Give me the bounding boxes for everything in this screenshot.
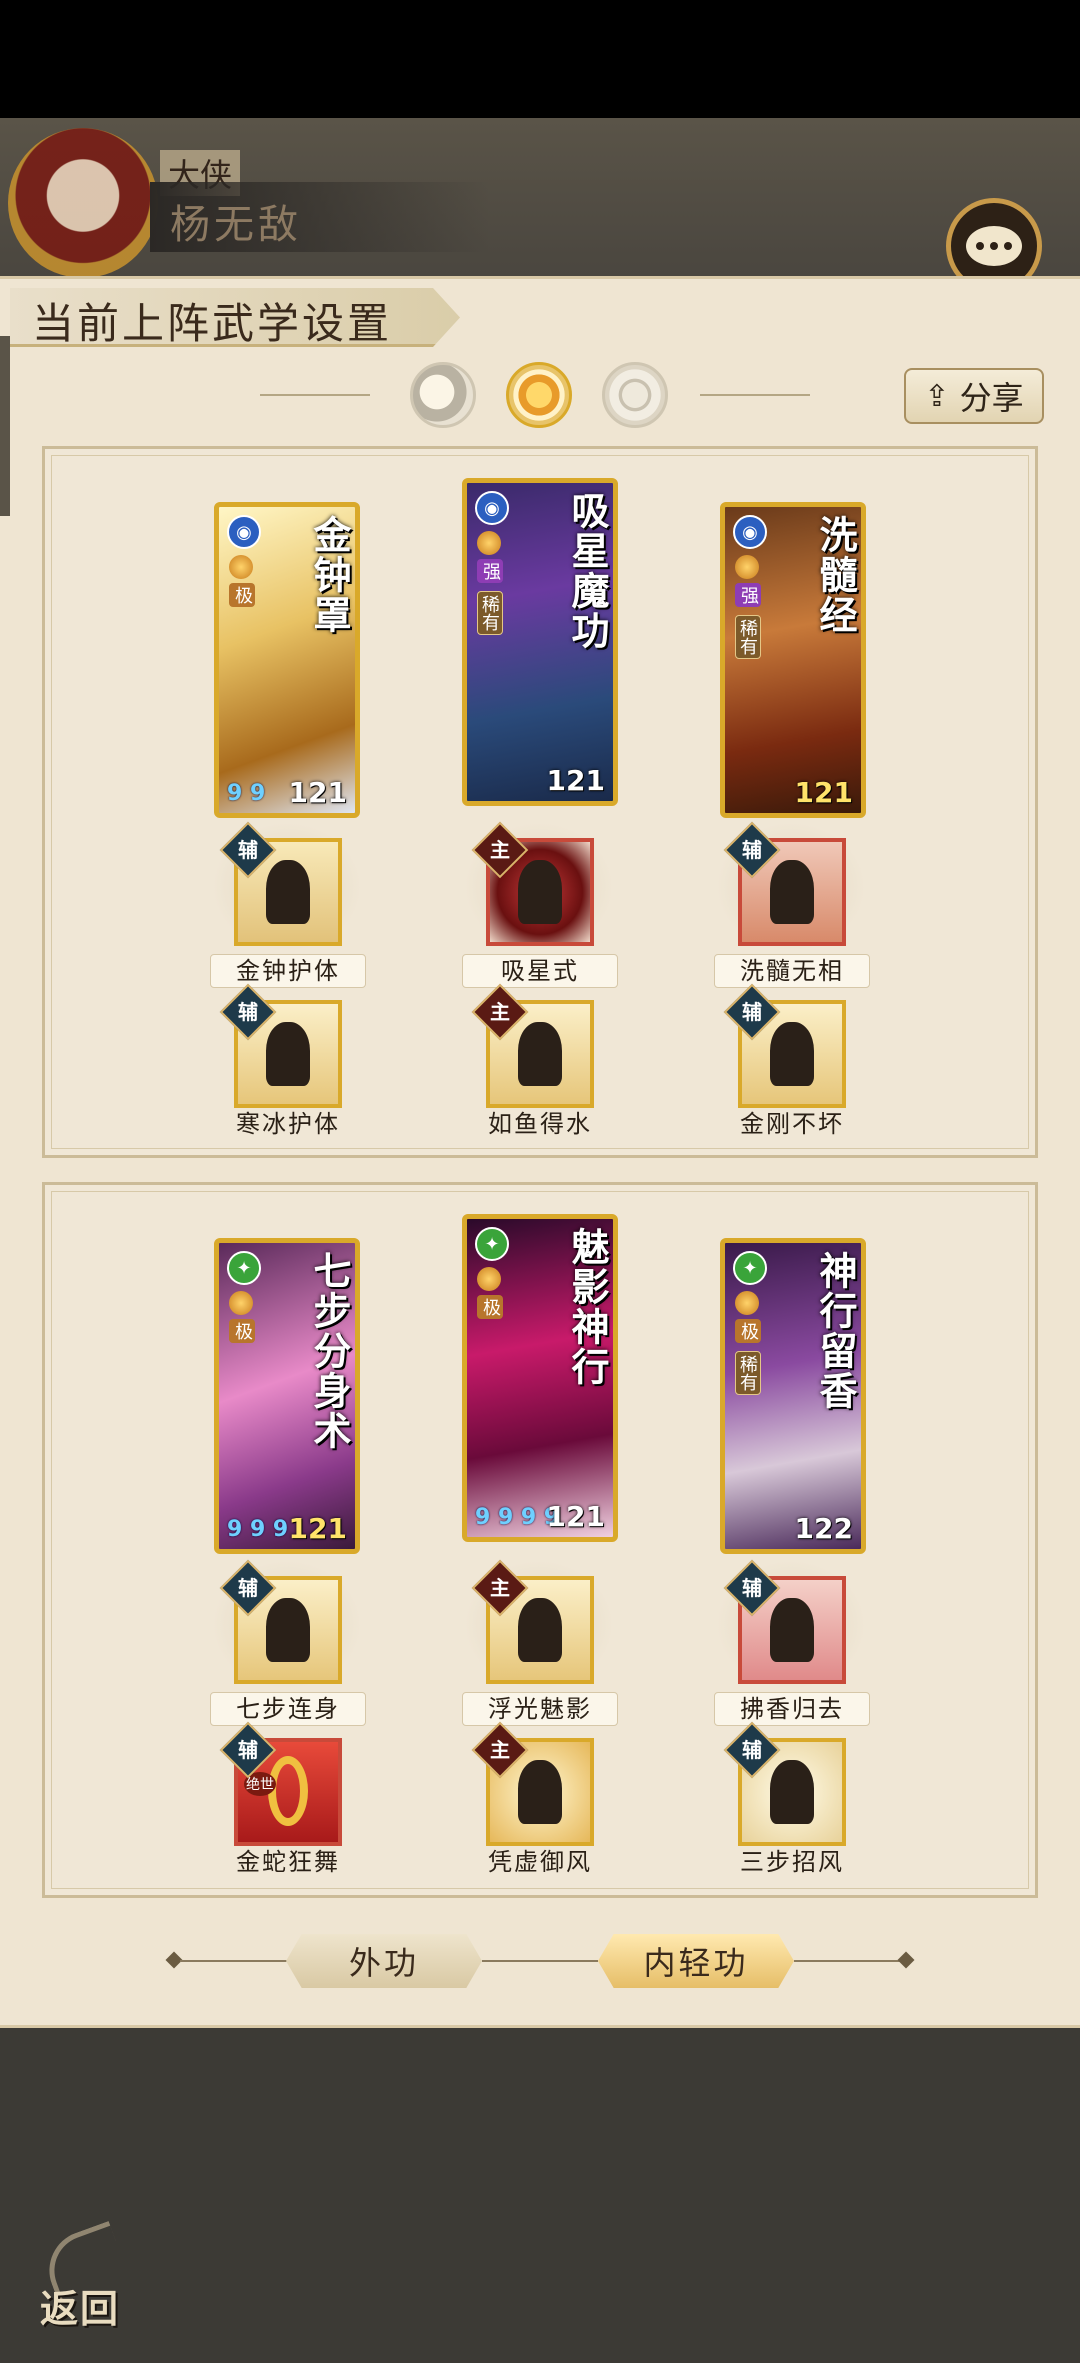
skill-label: 洗髓无相: [714, 954, 870, 988]
skill-card[interactable]: ◉ 极 金钟罩 9 9 121: [214, 502, 360, 818]
skill-figure: [518, 1022, 562, 1086]
mode-line-right: [700, 394, 810, 396]
water-icon: ◉: [227, 515, 261, 549]
skill-label: 如鱼得水: [488, 1110, 592, 1138]
side-handle[interactable]: [0, 336, 10, 516]
tag-rare: 稀有: [735, 615, 761, 659]
tab-outer-skill[interactable]: 外功: [286, 1934, 482, 1988]
skill-label: 拂香归去: [714, 1692, 870, 1726]
share-icon: ⇪: [924, 378, 950, 414]
tab-line-mid: [482, 1960, 598, 1962]
water-icon: ◉: [733, 515, 767, 549]
player-name: 杨无敌: [170, 202, 302, 248]
skill-label: 金刚不坏: [740, 1110, 844, 1138]
skill-figure: [770, 1598, 814, 1662]
tag-rare: 稀有: [477, 591, 503, 635]
skill-label: 寒冰护体: [236, 1110, 340, 1138]
skill-figure: [518, 1598, 562, 1662]
tag-qiang: 强: [477, 559, 503, 583]
skill-label: 七步连身: [210, 1692, 366, 1726]
card-level: 121: [288, 776, 347, 809]
back-label: 返回: [40, 2286, 121, 2331]
card-level: 122: [794, 1512, 853, 1545]
skill-label: 吸星式: [462, 954, 618, 988]
skill-label: 凭虚御风: [488, 1848, 592, 1876]
card-level: 121: [288, 1512, 347, 1545]
card-name: 神行留香: [813, 1251, 858, 1411]
card-level: 121: [546, 764, 605, 797]
sun-badge-icon: [735, 555, 759, 579]
ring-icon[interactable]: [602, 362, 668, 428]
sun-badge-icon: [477, 531, 501, 555]
mode-selector: [260, 360, 810, 430]
tag-ji: 极: [735, 1319, 761, 1343]
tab-inner-skill[interactable]: 内轻功: [598, 1934, 794, 1988]
tag-ji: 极: [477, 1295, 503, 1319]
skill-card[interactable]: ✦ 极 七步分身术 9 9 9 121: [214, 1238, 360, 1554]
skill-figure: [770, 1022, 814, 1086]
card-name: 吸星魔功: [565, 491, 610, 651]
sun-badge-icon: [735, 1291, 759, 1315]
water-icon: ◉: [475, 491, 509, 525]
status-bar: [0, 0, 1080, 118]
back-button[interactable]: 返回: [28, 2220, 138, 2336]
card-level: 121: [546, 1500, 605, 1533]
wind-icon: ✦: [475, 1227, 509, 1261]
sun-badge-icon: [477, 1267, 501, 1291]
tag-ji: 极: [229, 1319, 255, 1343]
wind-icon: ✦: [733, 1251, 767, 1285]
card-name: 七步分身术: [307, 1251, 352, 1451]
share-button[interactable]: ⇪ 分享: [904, 368, 1044, 424]
moon-icon[interactable]: [410, 362, 476, 428]
player-avatar[interactable]: [8, 128, 158, 278]
skill-figure: [518, 860, 562, 924]
skill-card[interactable]: ✦ 极 魅影神行 9 9 9 9 121: [462, 1214, 618, 1542]
mode-line-left: [260, 394, 370, 396]
skill-label: 金蛇狂舞: [236, 1848, 340, 1876]
card-name: 洗髓经: [813, 515, 858, 635]
tag-rare: 稀有: [735, 1351, 761, 1395]
snake-icon: [268, 1756, 308, 1826]
skill-figure: [266, 1598, 310, 1662]
gem-count: 9 9 9: [227, 1516, 289, 1542]
gem-count: 9 9: [227, 780, 266, 806]
card-name: 金钟罩: [307, 515, 352, 635]
skill-card[interactable]: ◉ 强 稀有 吸星魔功 121: [462, 478, 618, 806]
wind-icon: ✦: [227, 1251, 261, 1285]
sun-badge-icon: [229, 1291, 253, 1315]
skill-figure: [266, 860, 310, 924]
skill-figure: [770, 860, 814, 924]
skill-figure: [518, 1760, 562, 1824]
page-title: 当前上阵武学设置: [32, 299, 393, 348]
sun-badge-icon: [229, 555, 253, 579]
skill-label: 金钟护体: [210, 954, 366, 988]
tag-ji: 极: [229, 583, 255, 607]
chat-icon: [966, 226, 1022, 266]
card-name: 魅影神行: [565, 1227, 610, 1387]
card-level: 121: [794, 776, 853, 809]
skill-card[interactable]: ◉ 强 稀有 洗髓经 121: [720, 502, 866, 818]
skill-figure: [770, 1760, 814, 1824]
tag-qiang: 强: [735, 583, 761, 607]
tab-line-right: [794, 1960, 904, 1962]
skill-label: 三步招风: [740, 1848, 844, 1876]
skill-card[interactable]: ✦ 极 稀有 神行留香 122: [720, 1238, 866, 1554]
skill-figure: [266, 1022, 310, 1086]
sun-icon[interactable]: [506, 362, 572, 428]
tab-line-left: [180, 1960, 290, 1962]
share-label: 分享: [959, 379, 1024, 417]
skill-label: 浮光魅影: [462, 1692, 618, 1726]
